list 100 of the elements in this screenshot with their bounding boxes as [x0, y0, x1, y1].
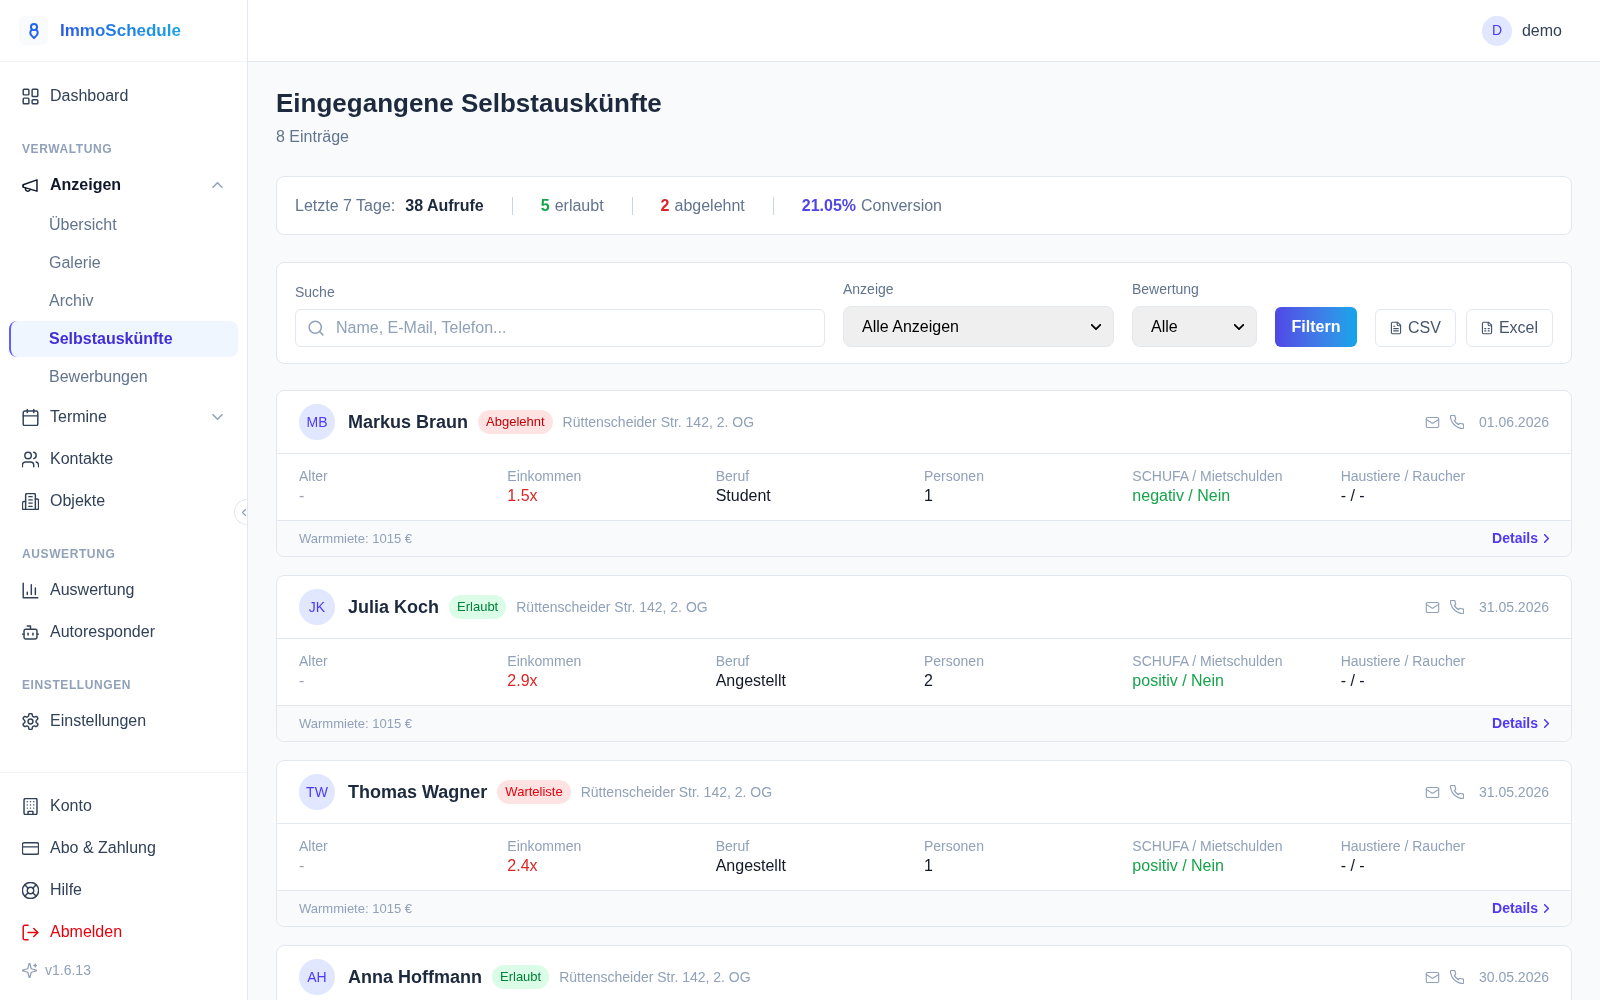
- collapse-sidebar-button[interactable]: [234, 499, 247, 525]
- field-label: Alter: [299, 467, 329, 485]
- field-label: Beruf: [715, 837, 751, 855]
- megaphone-icon: [22, 176, 39, 194]
- field-value: 1: [924, 856, 934, 876]
- sidebar-item[interactable]: Dashboard: [9, 75, 238, 117]
- status-badge: Abgelehnt: [478, 410, 553, 434]
- sidebar-item[interactable]: Einstellungen: [9, 700, 238, 742]
- sidebar-subitem[interactable]: Selbstauskünfte: [9, 321, 238, 357]
- field-label: Einkommen: [507, 652, 583, 670]
- credit-card-icon: [22, 839, 39, 857]
- status-badge: Warteliste: [497, 780, 571, 804]
- address-text: Rüttenscheider Str. 142, 2. OG: [580, 782, 773, 802]
- export-button[interactable]: Excel: [1465, 309, 1553, 347]
- mail-icon[interactable]: [1424, 785, 1440, 799]
- field-label: Beruf: [715, 652, 751, 670]
- search-field[interactable]: Name, E-Mail, Telefon...: [295, 309, 825, 347]
- field-label: Bewertung: [1131, 280, 1200, 299]
- field-label: Personen: [924, 837, 985, 855]
- section-heading: VERWALTUNG: [21, 141, 114, 158]
- sparkles-icon: [22, 962, 37, 978]
- stats-label: Letzte 7 Tage:: [295, 195, 396, 216]
- field-value: Angestellt: [715, 671, 787, 691]
- chevron-down-icon: [1090, 323, 1101, 330]
- sidebar-subitem[interactable]: Bewerbungen: [9, 359, 238, 395]
- building-icon: [22, 797, 39, 815]
- details-link[interactable]: Details: [1492, 528, 1549, 549]
- mail-icon[interactable]: [1424, 970, 1440, 984]
- logo-icon: [19, 16, 48, 45]
- sidebar-item[interactable]: Hilfe: [9, 869, 238, 911]
- applicant-name[interactable]: Anna Hoffmann: [348, 963, 482, 991]
- field-label: Haustiere / Raucher: [1340, 837, 1467, 855]
- rent-text: Warmmiete: 1015 €: [299, 529, 412, 548]
- buildings-icon: [22, 492, 39, 510]
- field-label: Personen: [924, 467, 985, 485]
- filter-button[interactable]: Filtern: [1274, 307, 1357, 347]
- field-label: Haustiere / Raucher: [1340, 467, 1467, 485]
- sidebar-subitem[interactable]: Archiv: [9, 283, 238, 319]
- applicant-name[interactable]: Thomas Wagner: [348, 778, 488, 806]
- sidebar-subitem[interactable]: Übersicht: [9, 207, 238, 243]
- logout-icon: [22, 923, 39, 941]
- version-text: v1.6.13: [45, 960, 91, 980]
- address-text: Rüttenscheider Str. 142, 2. OG: [562, 412, 755, 432]
- field-value: 1.5x: [507, 486, 539, 506]
- stat-value: 2: [660, 195, 670, 216]
- field-label: Haustiere / Raucher: [1340, 652, 1467, 670]
- phone-icon[interactable]: [1449, 415, 1464, 429]
- details-link[interactable]: Details: [1492, 898, 1549, 919]
- section-heading: EINSTELLUNGEN: [21, 677, 133, 694]
- spreadsheet-icon: [1480, 321, 1493, 335]
- applicant-name[interactable]: Markus Braun: [348, 408, 469, 436]
- sidebar-item[interactable]: Objekte: [9, 480, 238, 522]
- avatar: AH: [299, 959, 335, 995]
- sidebar-item[interactable]: Autoresponder: [9, 611, 238, 653]
- sidebar-item[interactable]: Abo & Zahlung: [9, 827, 238, 869]
- field-label: Einkommen: [507, 837, 583, 855]
- applicant-name[interactable]: Julia Koch: [348, 593, 440, 621]
- chevron-down-icon: [1233, 323, 1244, 330]
- chevron-left-icon: [242, 508, 246, 516]
- calendar-icon: [22, 408, 39, 426]
- user-avatar[interactable]: D: [1481, 15, 1512, 46]
- field-label: Alter: [299, 837, 329, 855]
- phone-icon[interactable]: [1449, 785, 1464, 799]
- mail-icon[interactable]: [1424, 600, 1440, 614]
- field-value: 2.9x: [507, 671, 539, 691]
- user-name[interactable]: demo: [1521, 18, 1562, 43]
- field-value: Angestellt: [715, 856, 787, 876]
- field-value: - / -: [1340, 486, 1366, 506]
- sidebar-item[interactable]: Anzeigen: [9, 164, 238, 206]
- phone-icon[interactable]: [1449, 970, 1464, 984]
- dropdown[interactable]: Alle Anzeigen: [842, 306, 1114, 347]
- rent-text: Warmmiete: 1015 €: [299, 899, 412, 918]
- details-link[interactable]: Details: [1492, 713, 1549, 734]
- field-label: Alter: [299, 652, 329, 670]
- robot-icon: [22, 623, 39, 641]
- field-value: - / -: [1340, 856, 1366, 876]
- sidebar-item[interactable]: Kontakte: [9, 438, 238, 480]
- export-button[interactable]: CSV: [1374, 309, 1456, 347]
- avatar: MB: [299, 404, 335, 440]
- address-text: Rüttenscheider Str. 142, 2. OG: [559, 967, 751, 987]
- field-value: -: [299, 856, 306, 876]
- sidebar-item[interactable]: Auswertung: [9, 569, 238, 611]
- sidebar-item[interactable]: Termine: [9, 396, 238, 438]
- sidebar-subitem[interactable]: Galerie: [9, 245, 238, 281]
- stat-value: 5: [540, 195, 550, 216]
- dropdown[interactable]: Alle: [1131, 306, 1257, 347]
- mail-icon[interactable]: [1424, 415, 1440, 429]
- date-text: 31.05.2026: [1478, 597, 1549, 617]
- sidebar-item[interactable]: Abmelden: [9, 911, 238, 953]
- phone-icon[interactable]: [1449, 600, 1464, 614]
- stat-label: erlaubt: [554, 195, 604, 216]
- avatar: TW: [299, 774, 335, 810]
- field-label: Anzeige: [842, 280, 895, 299]
- document-icon: [1389, 321, 1402, 335]
- field-label: Beruf: [715, 467, 751, 485]
- date-text: 30.05.2026: [1478, 967, 1549, 987]
- sidebar-item[interactable]: Konto: [9, 785, 238, 827]
- stat-label: abgelehnt: [674, 195, 745, 216]
- chevron-right-icon: [1544, 534, 1549, 543]
- section-heading: AUSWERTUNG: [21, 546, 117, 563]
